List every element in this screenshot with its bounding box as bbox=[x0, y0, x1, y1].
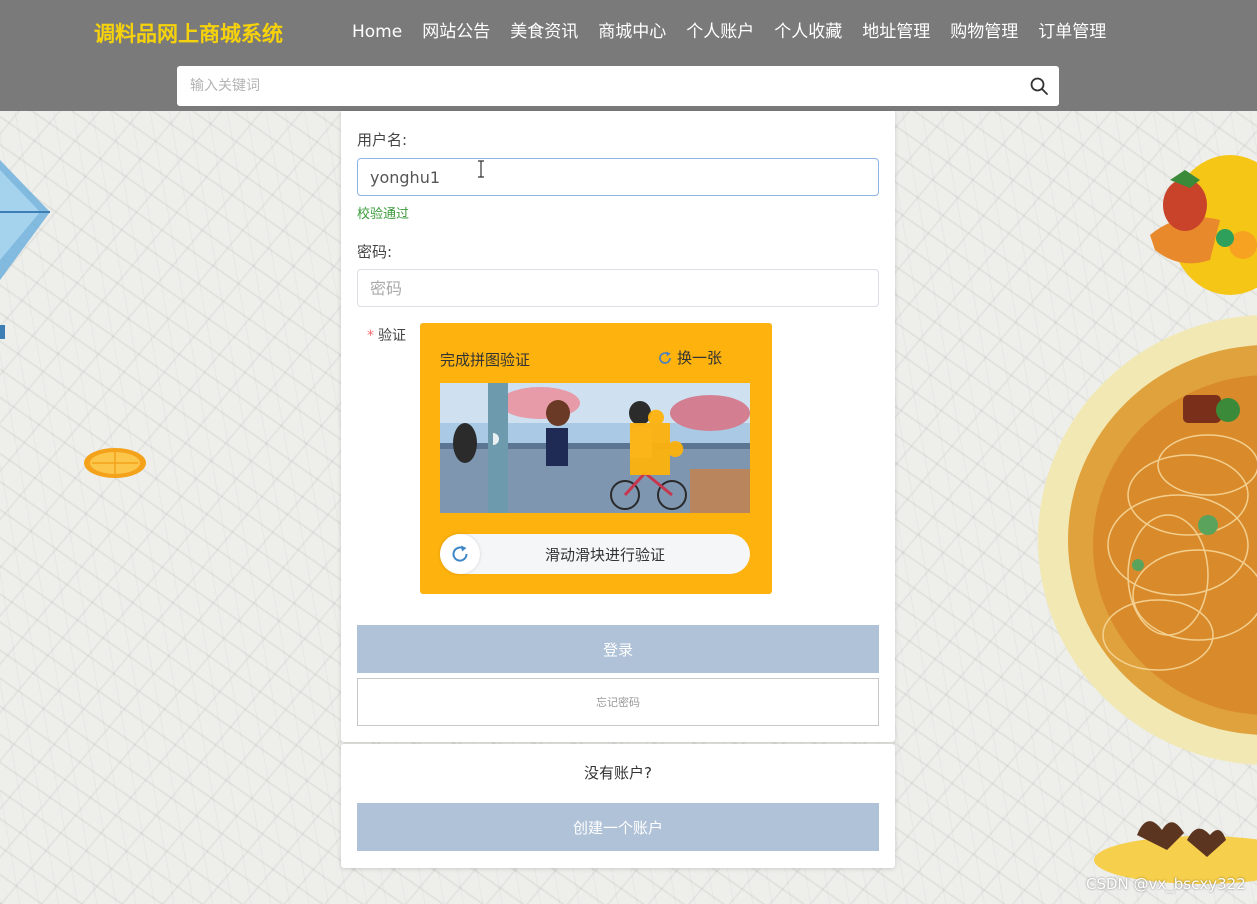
username-validation-status: 校验通过 bbox=[357, 207, 410, 222]
site-brand[interactable]: 调料品网上商城系统 bbox=[94, 18, 283, 48]
nav-item-shopping-management[interactable]: 购物管理 bbox=[940, 20, 1028, 44]
nav-item-home[interactable]: Home bbox=[352, 20, 412, 44]
login-card: 用户名: 校验通过 密码: *验证 完成拼图验证 换一张 bbox=[341, 111, 895, 742]
password-input[interactable] bbox=[357, 269, 879, 307]
no-account-prompt: 没有账户? bbox=[584, 764, 652, 782]
decor-kite-image bbox=[0, 160, 50, 339]
decor-cookie-image bbox=[1094, 821, 1257, 884]
register-card: 没有账户? 创建一个账户 bbox=[341, 744, 895, 868]
top-navbar: 调料品网上商城系统 Home 网站公告 美食资讯 商城中心 个人账户 个人收藏 … bbox=[0, 0, 1257, 111]
nav-item-food-news[interactable]: 美食资讯 bbox=[500, 20, 588, 44]
login-button[interactable]: 登录 bbox=[357, 625, 879, 673]
captcha-label-text: 验证 bbox=[378, 328, 406, 344]
nav-item-personal-account[interactable]: 个人账户 bbox=[676, 20, 764, 44]
refresh-icon bbox=[659, 351, 671, 364]
username-input[interactable] bbox=[357, 158, 879, 196]
captcha-label: * 验证 bbox=[367, 325, 406, 345]
captcha-refresh-button[interactable]: 换一张 bbox=[657, 347, 722, 368]
captcha-slider-track[interactable]: 滑动滑块进行验证 bbox=[440, 534, 750, 574]
decor-orange-slice-image bbox=[84, 448, 146, 478]
search-bar bbox=[177, 66, 1059, 106]
username-label: 用户名: bbox=[357, 131, 408, 149]
search-icon[interactable] bbox=[1029, 76, 1049, 96]
decor-noodle-bowl-image bbox=[1038, 315, 1257, 765]
captcha-refresh-label: 换一张 bbox=[677, 349, 723, 367]
nav-item-order-management[interactable]: 订单管理 bbox=[1028, 20, 1116, 44]
forgot-password-button[interactable]: 忘记密码 bbox=[357, 678, 879, 726]
captcha-puzzle-image bbox=[440, 383, 750, 513]
nav-item-favorites[interactable]: 个人收藏 bbox=[764, 20, 852, 44]
text-cursor-icon bbox=[478, 160, 484, 178]
captcha-slider-hint: 滑动滑块进行验证 bbox=[544, 546, 665, 564]
nav-item-mall-center[interactable]: 商城中心 bbox=[588, 20, 676, 44]
password-label: 密码: bbox=[357, 243, 393, 261]
decor-fruit-image bbox=[1150, 155, 1257, 295]
nav-item-address-management[interactable]: 地址管理 bbox=[852, 20, 940, 44]
create-account-button[interactable]: 创建一个账户 bbox=[357, 803, 879, 851]
captcha-title: 完成拼图验证 bbox=[440, 351, 531, 369]
main-nav: Home 网站公告 美食资讯 商城中心 个人账户 个人收藏 地址管理 购物管理 … bbox=[352, 20, 1116, 44]
search-input[interactable] bbox=[177, 66, 1017, 106]
nav-item-announcements[interactable]: 网站公告 bbox=[412, 20, 500, 44]
csdn-watermark: CSDN @vx_bscxy322 bbox=[1086, 875, 1246, 893]
required-mark: * bbox=[367, 328, 374, 344]
puzzle-captcha: 完成拼图验证 换一张 滑动滑块进行验证 bbox=[420, 323, 772, 594]
